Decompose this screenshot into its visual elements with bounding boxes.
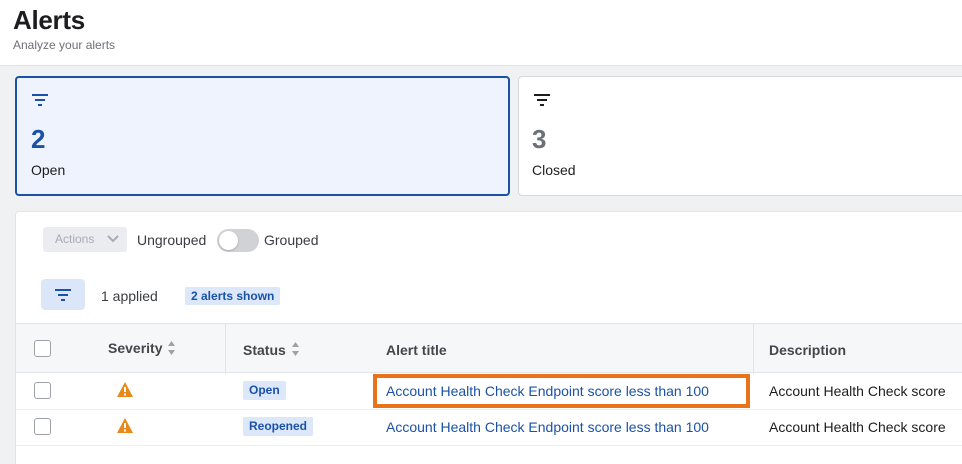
filter-icon (55, 289, 71, 301)
closed-alerts-card[interactable]: 3 Closed (518, 76, 962, 196)
status-badge: Open (243, 381, 286, 400)
page-title: Alerts (13, 5, 85, 35)
warning-icon (117, 418, 133, 433)
column-divider (225, 324, 226, 374)
status-badge: Reopened (243, 417, 314, 436)
row-checkbox[interactable] (34, 418, 51, 435)
toggle-knob (219, 231, 238, 250)
filter-icon (32, 94, 48, 106)
alerts-shown-badge: 2 alerts shown (185, 287, 281, 305)
warning-icon (117, 382, 133, 397)
page-header: Alerts Analyze your alerts (0, 0, 962, 66)
sort-icon[interactable] (168, 341, 175, 355)
alert-title-link[interactable]: Account Health Check Endpoint score less… (386, 419, 709, 435)
column-header-status[interactable]: Status (243, 342, 286, 358)
filters-applied-text: 1 applied (101, 288, 158, 304)
grouped-label: Grouped (264, 232, 319, 248)
column-header-severity[interactable]: Severity (108, 340, 162, 356)
alert-description: Account Health Check score (769, 383, 946, 399)
actions-label: Actions (55, 232, 95, 246)
highlight-box (373, 374, 750, 408)
page-subtitle: Analyze your alerts (13, 38, 116, 52)
closed-label: Closed (532, 162, 576, 178)
chevron-down-icon (107, 235, 119, 243)
column-header-description[interactable]: Description (769, 342, 846, 358)
column-divider (753, 324, 754, 374)
open-count: 2 (31, 124, 46, 154)
alert-description: Account Health Check score (769, 419, 946, 435)
open-label: Open (31, 162, 66, 178)
sort-icon[interactable] (292, 342, 299, 356)
ungrouped-label: Ungrouped (137, 232, 207, 248)
closed-count: 3 (532, 124, 547, 154)
grouping-toggle[interactable] (217, 229, 259, 252)
filter-icon (534, 94, 550, 106)
filter-button[interactable] (41, 279, 85, 310)
open-alerts-card[interactable]: 2 Open (15, 76, 510, 196)
actions-dropdown[interactable]: Actions (43, 227, 127, 252)
column-header-alert-title[interactable]: Alert title (386, 342, 447, 358)
select-all-checkbox[interactable] (34, 340, 51, 357)
row-checkbox[interactable] (34, 382, 51, 399)
